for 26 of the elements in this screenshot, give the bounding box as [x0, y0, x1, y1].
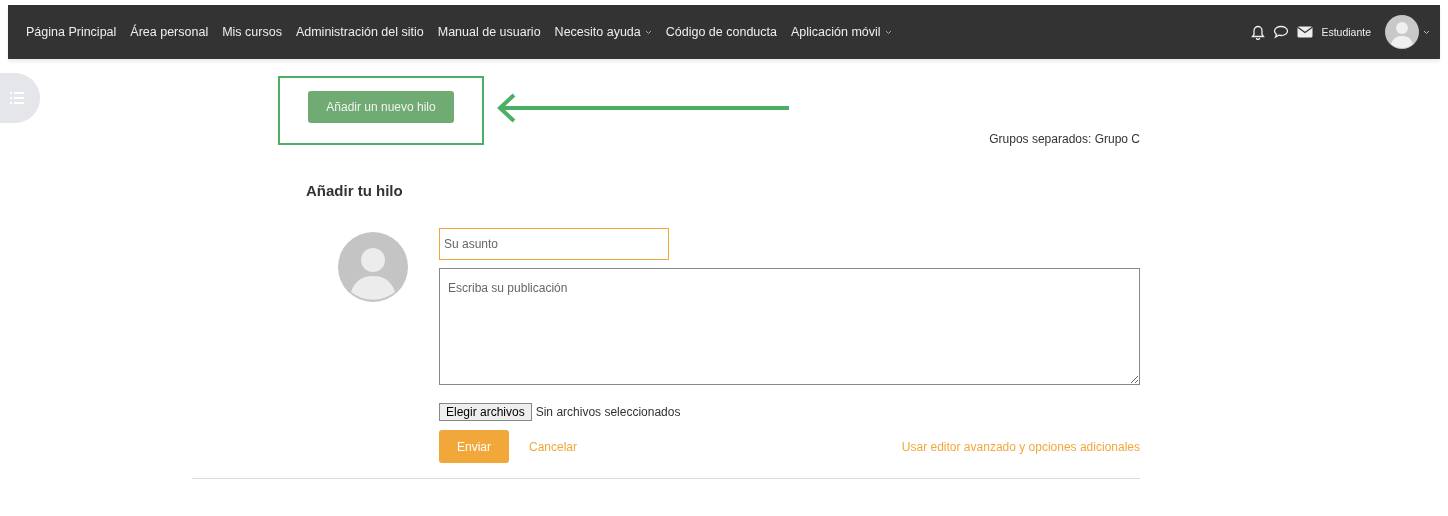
list-icon: [10, 92, 24, 104]
nav-link[interactable]: Administración del sitio: [295, 25, 424, 39]
caret-icon: [644, 29, 652, 35]
nav-link[interactable]: Código de conducta: [665, 25, 777, 39]
user-name[interactable]: Estudiante: [1321, 26, 1371, 38]
user-avatar: [338, 232, 408, 302]
speech-bubble-icon[interactable]: [1273, 25, 1290, 39]
choose-files-button[interactable]: Elegir archivos: [439, 403, 532, 421]
form-title: Añadir tu hilo: [306, 182, 404, 199]
nav-link[interactable]: Aplicación móvil: [791, 25, 892, 39]
nav-link[interactable]: Área personal: [130, 25, 209, 39]
user-avatar[interactable]: [1385, 15, 1419, 49]
drawer-toggle[interactable]: [0, 73, 40, 123]
subject-field[interactable]: Su asunto: [439, 228, 669, 260]
arrow-icon: [496, 91, 790, 124]
envelope-icon[interactable]: [1297, 26, 1314, 38]
nav-link[interactable]: Mis cursos: [222, 25, 282, 39]
nav-link[interactable]: Necesito ayuda: [554, 25, 652, 39]
group-mode-label: Grupos separados: Grupo C: [988, 132, 1140, 146]
bell-icon[interactable]: [1251, 24, 1266, 40]
nav-link[interactable]: Página Principal: [26, 25, 117, 39]
nav-link[interactable]: Manual de usuario: [437, 25, 541, 39]
file-status: Sin archivos seleccionados: [535, 405, 681, 419]
message-field[interactable]: Escriba su publicación: [439, 268, 1140, 385]
caret-icon: [884, 29, 892, 35]
caret-icon[interactable]: [1423, 29, 1430, 35]
